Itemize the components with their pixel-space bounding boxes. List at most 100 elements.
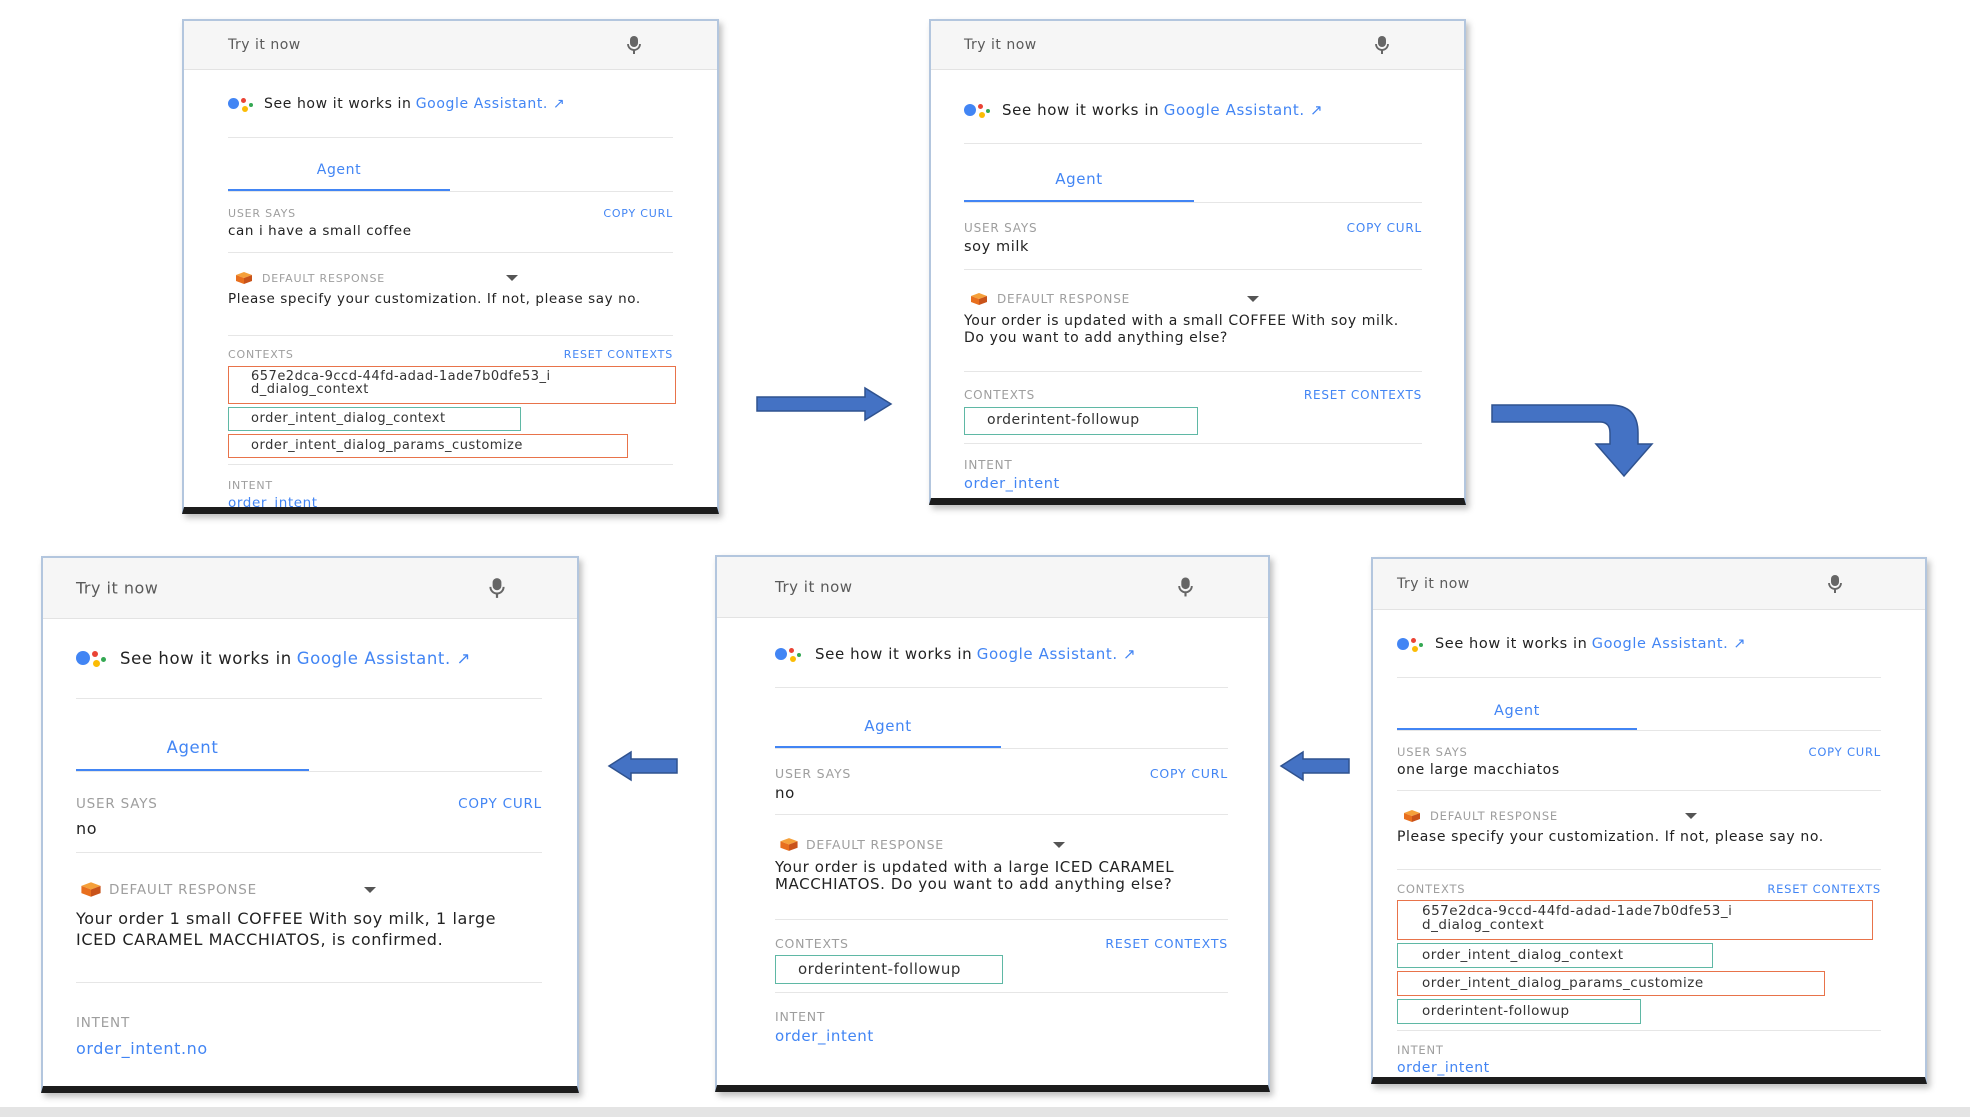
google-assistant-dots-icon <box>964 101 1002 119</box>
default-response-section: DEFAULT RESPONSE Your order is updated w… <box>775 815 1228 920</box>
tab-agent[interactable]: Agent <box>76 738 309 771</box>
external-link-icon[interactable]: ↗ <box>553 96 565 112</box>
default-response-header[interactable]: DEFAULT RESPONSE <box>76 881 376 898</box>
google-assistant-link[interactable]: Google Assistant. <box>977 645 1118 663</box>
see-how-row: See how it works in Google Assistant. ↗ <box>775 617 1228 688</box>
intent-label: INTENT <box>775 1009 826 1024</box>
response-cube-icon <box>1404 810 1420 822</box>
tab-bar: Agent <box>775 688 1228 749</box>
microphone-icon[interactable] <box>1374 35 1390 55</box>
default-response-header[interactable]: DEFAULT RESPONSE <box>1397 809 1697 823</box>
reset-contexts-link[interactable]: RESET CONTEXTS <box>1304 388 1422 402</box>
intent-link[interactable]: order_intent <box>964 476 1422 492</box>
microphone-icon[interactable] <box>626 35 642 55</box>
flow-arrow-icon <box>607 750 678 782</box>
user-says-value: no <box>775 784 795 802</box>
default-response-header[interactable]: DEFAULT RESPONSE <box>228 271 518 285</box>
try-it-now-header: Try it now <box>184 21 717 70</box>
response-cube-icon <box>971 293 987 305</box>
see-how-row: See how it works in Google Assistant. ↗ <box>228 69 673 138</box>
intent-link[interactable]: order_intent <box>775 1027 1228 1045</box>
dropdown-caret-icon[interactable] <box>1247 296 1259 302</box>
tab-agent[interactable]: Agent <box>964 170 1194 202</box>
response-cube-icon <box>780 838 798 851</box>
reset-contexts-link[interactable]: RESET CONTEXTS <box>1767 882 1881 896</box>
intent-link[interactable]: order_intent <box>1397 1060 1881 1076</box>
user-says-value: can i have a small coffee <box>228 223 412 239</box>
google-assistant-link[interactable]: Google Assistant. <box>1164 101 1305 119</box>
reset-contexts-link[interactable]: RESET CONTEXTS <box>1105 936 1228 951</box>
see-how-row: See how it works in Google Assistant. ↗ <box>964 69 1422 144</box>
default-response-label: DEFAULT RESPONSE <box>806 837 944 852</box>
contexts-label: CONTEXTS <box>964 388 1036 402</box>
google-assistant-dots-icon <box>228 95 264 113</box>
context-chip[interactable]: order_intent_dialog_params_customize <box>1397 971 1825 996</box>
google-assistant-link[interactable]: Google Assistant. <box>1592 636 1729 652</box>
try-it-now-title: Try it now <box>775 578 853 596</box>
copy-curl-link[interactable]: COPY CURL <box>1347 221 1422 235</box>
try-it-now-header: Try it now <box>43 558 577 619</box>
tab-bar: Agent <box>1397 678 1881 731</box>
context-chip[interactable]: orderintent-followup <box>964 407 1198 435</box>
external-link-icon[interactable]: ↗ <box>1310 101 1323 119</box>
see-how-row: See how it works in Google Assistant. ↗ <box>76 618 542 699</box>
user-says-section: USER SAYS COPY CURL can i have a small c… <box>228 192 673 253</box>
intent-link[interactable]: order_intent.no <box>76 1039 542 1058</box>
try-it-now-header: Try it now <box>717 557 1268 618</box>
dropdown-caret-icon[interactable] <box>1053 841 1065 848</box>
context-chip[interactable]: orderintent-followup <box>1397 999 1641 1024</box>
intent-link[interactable]: order_intent <box>228 495 673 507</box>
context-chip[interactable]: order_intent_dialog_params_customize <box>228 434 628 458</box>
intent-section: INTENT order_intent.no <box>76 983 542 1058</box>
dropdown-caret-icon[interactable] <box>364 886 376 893</box>
default-response-header[interactable]: DEFAULT RESPONSE <box>964 292 1259 306</box>
default-response-text: Your order 1 small COFFEE With soy milk,… <box>76 909 497 949</box>
tab-agent[interactable]: Agent <box>228 162 450 191</box>
intent-label: INTENT <box>964 458 1013 472</box>
panel-step-5: Try it now See how it works in Google As… <box>41 556 579 1093</box>
dropdown-caret-icon[interactable] <box>1685 813 1697 819</box>
reset-contexts-link[interactable]: RESET CONTEXTS <box>564 348 673 361</box>
flow-arrow-icon <box>756 386 893 422</box>
external-link-icon[interactable]: ↗ <box>1123 645 1136 663</box>
default-response-section: DEFAULT RESPONSE Please specify your cus… <box>1397 791 1881 870</box>
default-response-label: DEFAULT RESPONSE <box>262 271 385 285</box>
context-chip[interactable]: orderintent-followup <box>775 955 1003 984</box>
context-chip[interactable]: order_intent_dialog_context <box>228 407 521 431</box>
google-assistant-dots-icon <box>775 645 815 663</box>
user-says-label: USER SAYS <box>775 766 852 781</box>
user-says-section: USER SAYS COPY CURL one large macchiatos <box>1397 731 1881 791</box>
google-assistant-link[interactable]: Google Assistant. <box>297 649 451 668</box>
default-response-header[interactable]: DEFAULT RESPONSE <box>775 837 1065 852</box>
copy-curl-link[interactable]: COPY CURL <box>1809 745 1882 759</box>
context-chip[interactable]: order_intent_dialog_context <box>1397 943 1713 968</box>
google-assistant-link[interactable]: Google Assistant. <box>416 96 548 112</box>
contexts-section: CONTEXTS RESET CONTEXTS orderintent-foll… <box>964 372 1422 444</box>
external-link-icon[interactable]: ↗ <box>1733 636 1746 652</box>
default-response-text: Please specify your customization. If no… <box>1397 829 1824 845</box>
copy-curl-link[interactable]: COPY CURL <box>603 207 673 220</box>
contexts-label: CONTEXTS <box>1397 882 1466 896</box>
tab-bar: Agent <box>76 699 542 772</box>
external-link-icon[interactable]: ↗ <box>457 649 471 668</box>
contexts-label: CONTEXTS <box>228 348 294 361</box>
user-says-label: USER SAYS <box>1397 745 1468 759</box>
intent-section: INTENT order_intent <box>775 993 1228 1045</box>
microphone-icon[interactable] <box>488 577 506 599</box>
context-chip[interactable]: 657e2dca-9ccd-44fd-adad-1ade7b0dfe53_i d… <box>1397 900 1873 940</box>
copy-curl-link[interactable]: COPY CURL <box>458 796 542 812</box>
microphone-icon[interactable] <box>1177 577 1194 598</box>
user-says-value: one large macchiatos <box>1397 762 1560 778</box>
default-response-section: DEFAULT RESPONSE Your order is updated w… <box>964 270 1422 372</box>
intent-label: INTENT <box>228 479 273 492</box>
google-assistant-dots-icon <box>1397 635 1435 653</box>
default-response-section: DEFAULT RESPONSE Please specify your cus… <box>228 253 673 336</box>
copy-curl-link[interactable]: COPY CURL <box>1150 766 1228 781</box>
user-says-value: soy milk <box>964 239 1029 255</box>
flow-arrow-icon <box>1279 750 1350 782</box>
dropdown-caret-icon[interactable] <box>506 275 518 281</box>
context-chip[interactable]: 657e2dca-9ccd-44fd-adad-1ade7b0dfe53_i d… <box>228 366 676 404</box>
microphone-icon[interactable] <box>1827 574 1843 594</box>
tab-agent[interactable]: Agent <box>775 717 1001 748</box>
tab-agent[interactable]: Agent <box>1397 703 1637 730</box>
